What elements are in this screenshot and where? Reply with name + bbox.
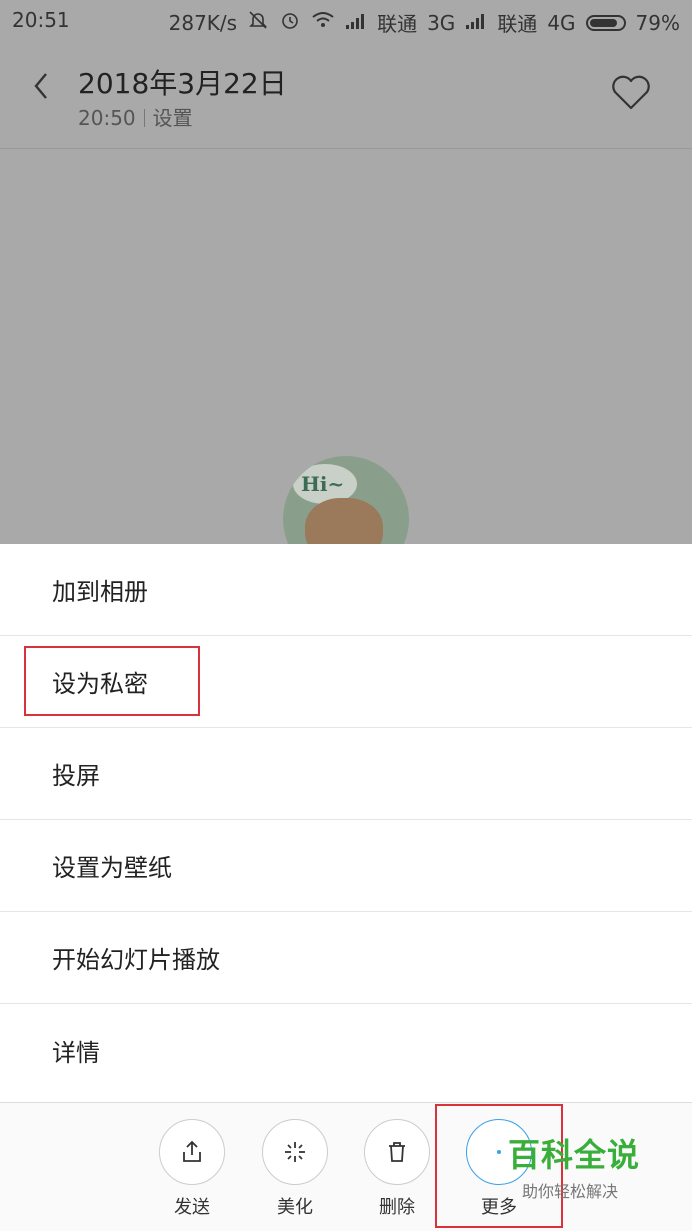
more-options-sheet: 加到相册 设为私密 投屏 设置为壁纸 开始幻灯片播放 详情: [0, 544, 692, 1102]
photo-location: 设置: [152, 106, 193, 130]
wifi-icon: [311, 10, 335, 35]
battery-level: 79%: [635, 10, 680, 35]
alarm-icon: [279, 9, 301, 36]
beautify-button[interactable]: 美化: [261, 1119, 329, 1219]
beautify-label: 美化: [277, 1197, 313, 1218]
menu-item-add-to-album[interactable]: 加到相册: [0, 544, 692, 636]
back-arrow-icon[interactable]: [28, 66, 58, 106]
avatar-text: Hi~: [301, 472, 345, 496]
photo-subtitle: 20:50 设置: [78, 102, 193, 131]
menu-item-label: 设置为壁纸: [52, 854, 172, 882]
menu-item-label: 开始幻灯片播放: [52, 946, 220, 974]
highlight-box-set-private: [24, 646, 200, 716]
status-indicators: 287K/s 联通 3G 联通 4G 79%: [169, 8, 680, 37]
menu-item-slideshow[interactable]: 开始幻灯片播放: [0, 912, 692, 1004]
signal-icon: [465, 11, 487, 35]
carrier-1: 联通: [377, 12, 418, 36]
heart-icon[interactable]: [610, 74, 652, 112]
carrier-2: 联通: [497, 12, 538, 36]
status-time: 20:51: [12, 8, 70, 32]
send-label: 发送: [174, 1197, 210, 1218]
menu-item-set-wallpaper[interactable]: 设置为壁纸: [0, 820, 692, 912]
menu-item-label: 详情: [52, 1038, 100, 1067]
network-speed: 287K/s: [168, 10, 238, 35]
delete-label: 删除: [379, 1197, 415, 1218]
mute-icon: [247, 9, 269, 36]
share-icon: [159, 1119, 225, 1185]
photo-date-title: 2018年3月22日: [78, 67, 287, 100]
trash-icon: [364, 1119, 430, 1185]
menu-item-details[interactable]: 详情: [0, 1004, 692, 1096]
send-button[interactable]: 发送: [158, 1119, 226, 1219]
divider: [143, 109, 145, 127]
menu-item-label: 投屏: [52, 762, 100, 790]
network-type-1: 3G: [427, 10, 456, 35]
menu-item-cast-screen[interactable]: 投屏: [0, 728, 692, 820]
network-type-2: 4G: [547, 10, 576, 35]
signal-icon: [345, 11, 367, 35]
status-bar: 20:51 287K/s 联通 3G 联通 4G 79%: [0, 0, 692, 40]
battery-icon: [585, 14, 626, 31]
watermark-subtitle: 助你轻松解决: [522, 1182, 619, 1201]
delete-button[interactable]: 删除: [363, 1119, 431, 1219]
watermark-title: 百科全说: [508, 1136, 641, 1174]
watermark: 百科全说 助你轻松解决: [508, 1130, 692, 1210]
menu-item-label: 加到相册: [52, 578, 148, 606]
sparkle-icon: [262, 1119, 328, 1185]
photo-header: 2018年3月22日 20:50 设置: [0, 40, 692, 149]
photo-time: 20:50: [78, 106, 136, 130]
